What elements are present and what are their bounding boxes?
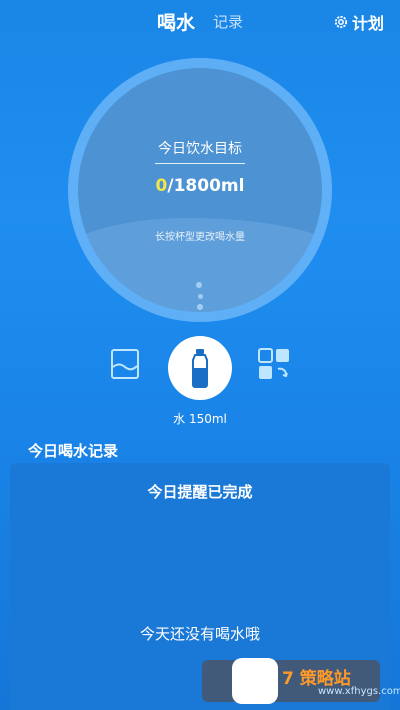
- goal-title: 今日饮水目标: [158, 141, 242, 157]
- plan-label: 计划: [351, 14, 384, 33]
- gear-icon: [334, 15, 348, 29]
- goal-hint: 长按杯型更改喝水量: [155, 232, 245, 243]
- bubble: [197, 304, 203, 310]
- goal-divider: [155, 163, 245, 164]
- goal-amount: 0/1800ml: [0, 176, 400, 196]
- selected-cup-label: 水 150ml: [173, 412, 227, 426]
- empty-message: 今天还没有喝水哦: [139, 625, 260, 643]
- selected-cup-button[interactable]: [168, 336, 232, 400]
- bubble: [198, 294, 203, 299]
- swap-icon: [258, 348, 289, 379]
- goal-current: 0: [155, 176, 168, 196]
- glass-icon: [111, 349, 139, 379]
- goal-total: /1800ml: [167, 176, 245, 196]
- tab-drink[interactable]: 喝水: [157, 8, 195, 35]
- top-bar: 喝水 记录 计划: [0, 0, 400, 44]
- tab-record[interactable]: 记录: [213, 11, 243, 32]
- records-section-title: 今日喝水记录: [28, 442, 119, 460]
- bubble: [196, 282, 202, 288]
- watermark-url: www.xfhygs.com: [318, 686, 400, 697]
- cup-type-button[interactable]: [110, 348, 140, 380]
- water-bottle-icon: [192, 349, 208, 388]
- switch-cup-button[interactable]: [258, 348, 290, 380]
- reminder-status: 今日提醒已完成: [147, 483, 253, 501]
- watermark-logo: [232, 658, 278, 704]
- plan-button[interactable]: 计划: [333, 10, 384, 34]
